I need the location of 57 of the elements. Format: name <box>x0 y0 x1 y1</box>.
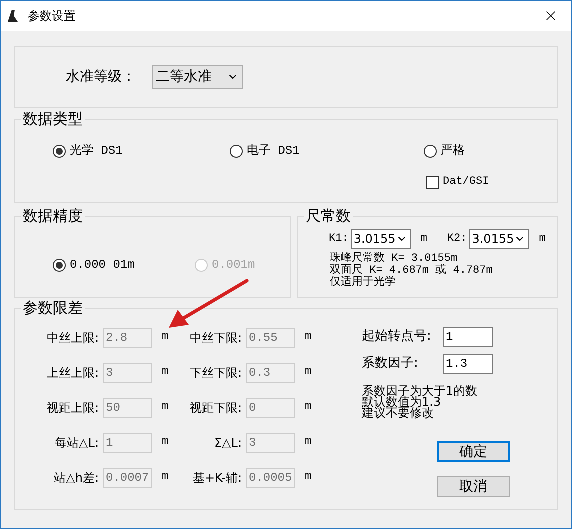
unit-label: m <box>161 470 170 486</box>
radio-label: 严格 <box>441 143 465 160</box>
radio-label: 0.001m <box>212 257 256 274</box>
arrow-icon <box>167 278 249 330</box>
setting-label: 起始转点号: <box>362 328 432 346</box>
radio-button[interactable] <box>53 258 66 272</box>
limit-label: 中丝下限: <box>188 330 242 346</box>
window-title: 参数设置 <box>28 8 76 25</box>
input-field[interactable]: 1.3 <box>443 354 493 374</box>
input-field[interactable]: 1 <box>443 326 493 346</box>
radio-label: 光学 DS1 <box>70 143 123 160</box>
limit-label: 基+K-辅: <box>192 470 242 486</box>
dialog-button[interactable]: 确定 <box>437 441 510 462</box>
rod-constant-dropdown[interactable]: 3.0155 <box>469 229 530 249</box>
radio-label: 电子 DS1 <box>247 143 300 160</box>
limit-label: 站△h差: <box>53 470 99 486</box>
unit-label: m <box>161 365 170 380</box>
limit-label: 视距下限: <box>188 400 242 416</box>
note-text: 双面尺 K= 4.687m 或 4.787m <box>330 265 494 277</box>
unit-label: m <box>304 435 313 450</box>
note-text: 仅适用于光学 <box>330 277 397 289</box>
rod-constant-label: K2: <box>447 232 468 247</box>
unit-label: m <box>304 330 313 346</box>
group-title: 数据精度 <box>21 206 85 226</box>
limit-label: Σ△L: <box>213 434 242 452</box>
group-title: 尺常数 <box>304 206 353 226</box>
setting-label: 系数因子: <box>362 354 420 373</box>
limit-label: 下丝下限: <box>188 364 242 382</box>
unit-label: m <box>161 400 170 416</box>
group-title: 数据类型 <box>21 109 85 129</box>
rod-constant-label: K1: <box>329 232 349 247</box>
checkbox[interactable] <box>426 176 439 189</box>
checkbox-label: Dat/GSI <box>443 175 490 190</box>
radio-button[interactable] <box>424 144 437 158</box>
limit-label: 视距上限: <box>46 400 99 416</box>
unit-label: m <box>304 470 313 486</box>
unit-label: m <box>161 330 170 346</box>
rod-constant-dropdown[interactable]: 3.0155 <box>350 229 411 249</box>
unit-label: m <box>161 435 170 450</box>
unit-label: m <box>420 232 428 247</box>
unit-label: m <box>539 232 546 247</box>
dialog-button[interactable]: 取消 <box>437 476 510 497</box>
note-text: 默认数值为1.3 <box>362 397 442 408</box>
note-text: 系数因子为大于1的数 <box>362 386 479 397</box>
limit-label: 每站△L: <box>54 434 99 452</box>
limit-label: 上丝上限: <box>46 364 99 382</box>
limit-label: 中丝上限: <box>46 330 99 346</box>
radio-label: 0.000 01m <box>70 257 135 274</box>
unit-label: m <box>304 400 313 416</box>
group-title: 参数限差 <box>21 298 85 318</box>
radio-button[interactable] <box>230 144 243 158</box>
level-label: 水准等级： <box>66 68 136 86</box>
note-text: 建议不要修改 <box>362 408 434 419</box>
note-text: 珠峰尺常数 K= 3.0155m <box>330 253 459 265</box>
level-dropdown[interactable]: 二等水准 <box>152 65 243 89</box>
radio-button[interactable] <box>53 144 66 158</box>
unit-label: m <box>304 365 313 380</box>
